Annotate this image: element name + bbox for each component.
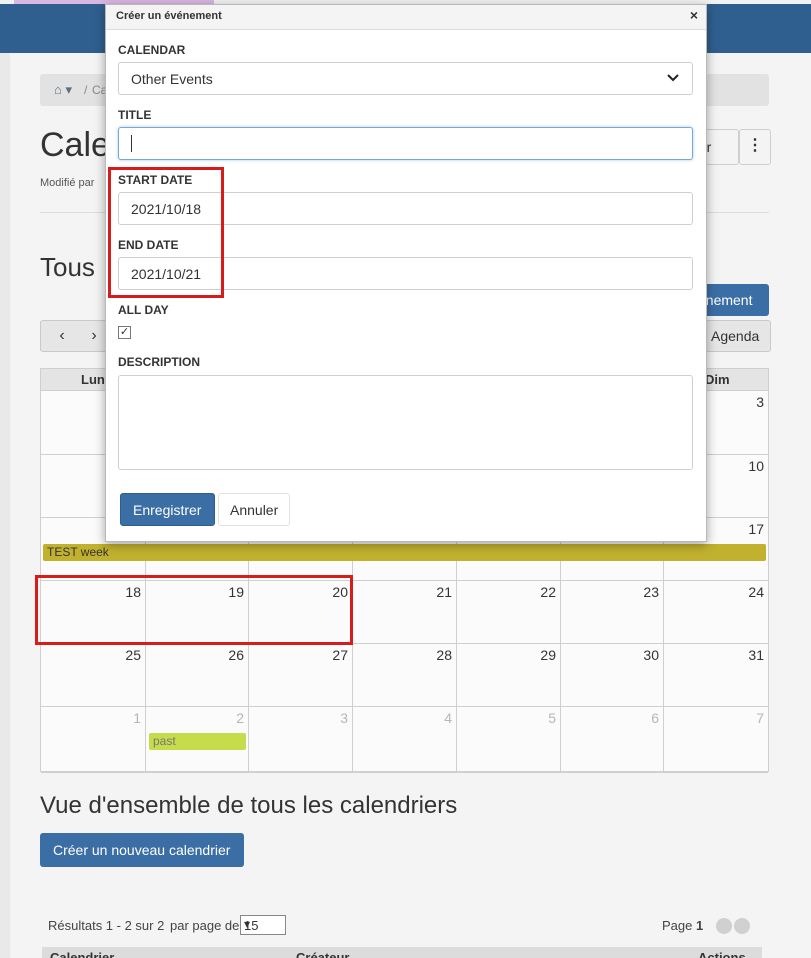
text-cursor bbox=[131, 135, 132, 152]
day-number: 5 bbox=[548, 710, 556, 726]
create-event-modal: Créer un événement × CALENDAR Other Even… bbox=[105, 4, 707, 542]
event-past[interactable]: past bbox=[149, 733, 246, 750]
day-number: 25 bbox=[125, 647, 141, 663]
day-number: 3 bbox=[756, 394, 764, 410]
save-button[interactable]: Enregistrer bbox=[120, 493, 215, 526]
calendar-day-cell[interactable]: 31 bbox=[664, 643, 768, 706]
calendar-select[interactable]: Other Events bbox=[118, 62, 693, 95]
calendar-week-row: 25 26 27 28 29 30 31 bbox=[41, 643, 768, 707]
agenda-view-button[interactable]: Agenda bbox=[700, 320, 771, 352]
overview-title: Vue d'ensemble de tous les calendriers bbox=[40, 792, 458, 819]
day-number: 28 bbox=[436, 647, 452, 663]
highlight-box-date-fields bbox=[108, 167, 224, 298]
weekday-sunday-header: Dim bbox=[705, 372, 730, 387]
chevron-left-icon[interactable]: ‹ bbox=[40, 320, 84, 352]
cancel-button-label: Annuler bbox=[230, 502, 279, 518]
calendar-day-cell[interactable]: 28 bbox=[353, 643, 457, 706]
calendar-day-cell[interactable]: 29 bbox=[457, 643, 561, 706]
day-number: 7 bbox=[756, 710, 764, 726]
modal-title: Créer un événement bbox=[116, 10, 222, 22]
home-icon[interactable]: ⌂ ▾ bbox=[54, 82, 72, 98]
day-number: 21 bbox=[436, 584, 452, 600]
calendar-day-cell[interactable]: 22 bbox=[457, 580, 561, 643]
create-calendar-button[interactable]: Créer un nouveau calendrier bbox=[40, 833, 244, 867]
day-number: 22 bbox=[540, 584, 556, 600]
save-button-label: Enregistrer bbox=[133, 502, 202, 518]
pager-previous-button[interactable] bbox=[716, 918, 732, 934]
event-test-week[interactable]: TEST week bbox=[43, 544, 766, 561]
day-number: 30 bbox=[643, 647, 659, 663]
section-title: Tous bbox=[40, 252, 95, 282]
description-textarea[interactable] bbox=[118, 375, 693, 470]
table-header: Calendrier Créateur Actions bbox=[42, 947, 762, 958]
col-actions-header: Actions bbox=[698, 950, 746, 958]
day-number: 31 bbox=[748, 647, 764, 663]
modal-header: Créer un événement × bbox=[106, 5, 706, 30]
calendar-field-label: CALENDAR bbox=[118, 43, 186, 57]
calendar-day-cell[interactable]: 7 bbox=[664, 706, 768, 772]
cancel-button[interactable]: Annuler bbox=[218, 493, 290, 526]
day-number: 27 bbox=[332, 647, 348, 663]
all-day-label: ALL DAY bbox=[118, 303, 169, 317]
create-calendar-label: Créer un nouveau calendrier bbox=[53, 842, 231, 858]
per-page-label: par page de bbox=[170, 918, 240, 933]
day-number: 6 bbox=[651, 710, 659, 726]
calendar-day-cell[interactable]: 23 bbox=[561, 580, 664, 643]
page-title: Cale bbox=[40, 126, 110, 164]
day-number: 17 bbox=[748, 521, 764, 537]
pager-next-button[interactable] bbox=[734, 918, 750, 934]
chevron-right-icon[interactable]: › bbox=[82, 320, 107, 352]
calendar-day-cell[interactable]: 1 bbox=[41, 706, 146, 772]
day-number: 29 bbox=[540, 647, 556, 663]
day-number: 26 bbox=[228, 647, 244, 663]
per-page-select[interactable]: 15 ▾ bbox=[240, 915, 286, 935]
calendar-day-cell[interactable]: 4 bbox=[353, 706, 457, 772]
calendar-day-cell[interactable]: 21 bbox=[353, 580, 457, 643]
page-label: Page bbox=[662, 918, 693, 933]
day-number: 24 bbox=[748, 584, 764, 600]
title-field-label: TITLE bbox=[118, 108, 152, 122]
all-day-checkbox[interactable]: ✓ bbox=[118, 326, 131, 339]
col-calendar-header[interactable]: Calendrier bbox=[50, 950, 114, 958]
calendar-day-cell[interactable]: 24 bbox=[664, 580, 768, 643]
calendar-day-cell[interactable]: 6 bbox=[561, 706, 664, 772]
calendar-select-value: Other Events bbox=[131, 71, 213, 87]
day-number: 3 bbox=[340, 710, 348, 726]
calendar-day-cell[interactable]: 26 bbox=[146, 643, 249, 706]
col-creator-header[interactable]: Créateur bbox=[296, 950, 349, 958]
modified-by-text: Modifié par bbox=[40, 177, 95, 189]
breadcrumb-separator: / bbox=[84, 83, 88, 97]
day-number: 4 bbox=[444, 710, 452, 726]
day-number: 1 bbox=[133, 710, 141, 726]
results-summary: Résultats 1 - 2 sur 2 bbox=[48, 918, 165, 933]
day-number: 2 bbox=[236, 710, 244, 726]
calendar-day-cell[interactable]: 5 bbox=[457, 706, 561, 772]
more-options-icon[interactable]: ⋮ bbox=[739, 129, 771, 165]
calendar-day-cell[interactable]: 27 bbox=[249, 643, 353, 706]
highlight-box-dates bbox=[35, 575, 353, 645]
chevron-down-icon: ▾ bbox=[244, 917, 251, 931]
title-input[interactable] bbox=[118, 127, 693, 160]
close-icon[interactable]: × bbox=[690, 7, 698, 23]
agenda-view-label: Agenda bbox=[711, 328, 760, 344]
calendar-day-cell[interactable]: 25 bbox=[41, 643, 146, 706]
chevron-down-icon bbox=[667, 74, 679, 82]
calendar-day-cell[interactable]: 30 bbox=[561, 643, 664, 706]
page-indicator: Page 1 bbox=[662, 918, 703, 933]
day-number: 23 bbox=[643, 584, 659, 600]
weekday-monday-header: Lun bbox=[81, 372, 105, 387]
calendar-day-cell[interactable]: 3 bbox=[249, 706, 353, 772]
day-number: 10 bbox=[748, 458, 764, 474]
description-label: DESCRIPTION bbox=[118, 355, 201, 369]
page-number: 1 bbox=[696, 918, 704, 933]
